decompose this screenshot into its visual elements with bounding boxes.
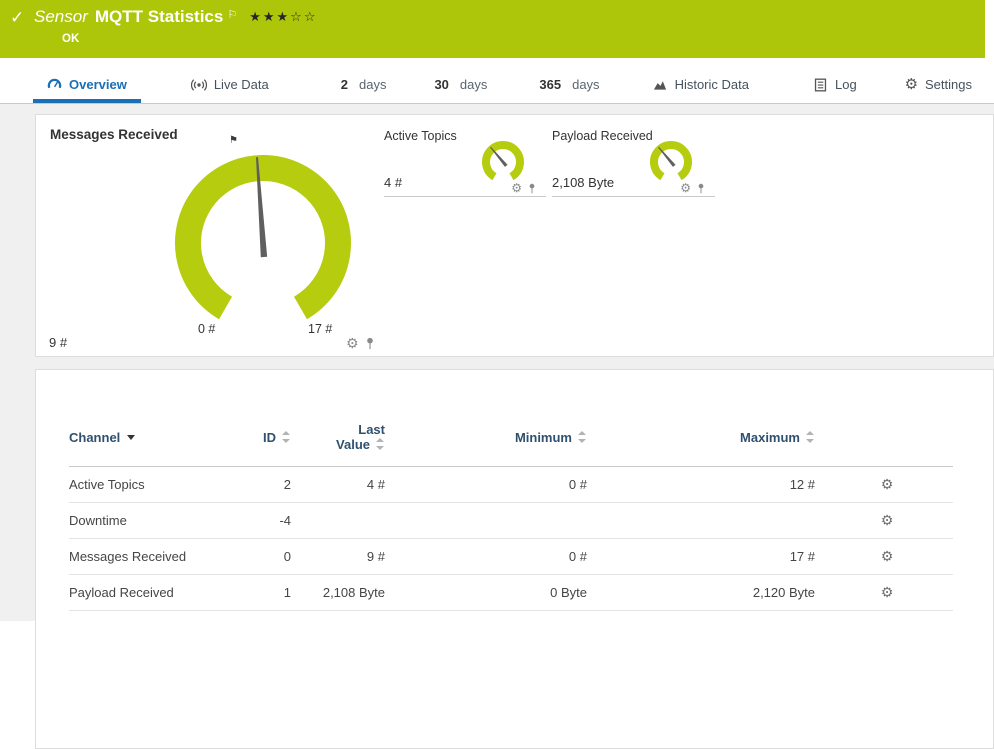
column-header-minimum[interactable]: Minimum [391,414,593,467]
tab-log-label: Log [834,77,857,92]
sort-toggle-icon [376,438,385,450]
tab-log[interactable]: Log [799,70,871,103]
tab-live-data-label: Live Data [213,77,269,92]
tab-30-days-number: 30 [434,77,449,92]
gauge-scale-min-label: 0 # [198,322,216,336]
tab-live-data[interactable]: Live Data [177,70,283,103]
sort-descending-icon [127,434,136,440]
tab-30-days[interactable]: 30 days [420,70,501,103]
channel-settings-gear-icon[interactable]: ⚙ [881,548,894,564]
mini-gauge-pin-icon[interactable] [697,183,705,194]
payload-received-current-value: 2,108 Byte [552,175,615,190]
cell-minimum: 0 # [391,538,593,575]
tab-settings-label: Settings [925,77,972,92]
gauge-pin-icon[interactable] [365,337,375,350]
priority-star-rating[interactable]: ★★★☆☆ [249,9,317,25]
column-header-maximum[interactable]: Maximum [593,414,821,467]
tab-2-days-label: days [358,77,387,92]
mini-gauge-pin-icon[interactable] [528,183,536,194]
live-data-broadcast-icon [190,78,207,91]
overview-gauge-icon [47,78,62,89]
payload-received-gauge [650,141,692,181]
cell-channel: Messages Received [69,538,229,575]
messages-received-gauge [175,155,351,320]
cell-last-value: 4 # [297,466,391,503]
active-topics-gauge [482,141,524,181]
gauge-scale-max-label: 17 # [308,322,333,336]
messages-received-gauge-title: Messages Received [50,127,178,142]
payload-received-mini-panel: Payload Received 2,108 Byte ⚙ [552,127,715,197]
channels-table: Channel ID Last Value Minimum Maximum Ac… [69,414,953,611]
channel-settings-gear-icon[interactable]: ⚙ [881,584,894,600]
gauge-settings-gear-icon[interactable]: ⚙ [346,336,359,350]
cell-id: 1 [229,574,297,611]
channel-settings-gear-icon[interactable]: ⚙ [881,476,894,492]
cell-last-value [297,502,391,539]
cell-id: 2 [229,466,297,503]
gauges-panel: Messages Received ⚑ 0 # 17 # 9 # ⚙ Activ… [35,114,994,357]
cell-id: 0 [229,538,297,575]
settings-gear-icon: ⚙ [904,76,919,93]
cell-maximum [593,502,821,539]
cell-minimum: 0 Byte [391,574,593,611]
sensor-header: ✓ Sensor MQTT Statistics ⚐ ★★★☆☆ OK [0,0,985,58]
cell-maximum: 2,120 Byte [593,574,821,611]
log-list-icon [814,78,827,91]
tab-365-days-number: 365 [539,77,562,92]
tab-2-days-number: 2 [340,77,348,92]
cell-minimum [391,502,593,539]
table-row: Messages Received 0 9 # 0 # 17 # ⚙ [69,538,953,575]
cell-id: -4 [229,502,297,539]
content-area: Messages Received ⚑ 0 # 17 # 9 # ⚙ Activ… [0,104,994,749]
table-row: Downtime -4 ⚙ [69,502,953,539]
channels-table-panel: Channel ID Last Value Minimum Maximum Ac… [35,369,994,749]
cell-minimum: 0 # [391,466,593,503]
tab-historic-data-label: Historic Data [674,77,749,92]
column-header-last-value[interactable]: Last Value [297,414,391,467]
tab-bar: Overview Live Data 2 days 30 days 365 da… [0,58,994,104]
sort-toggle-icon [806,430,815,443]
mini-gauge-settings-gear-icon[interactable]: ⚙ [511,182,522,194]
sensor-status-badge: OK [62,33,80,45]
messages-received-current-value: 9 # [49,335,68,350]
table-header-row: Channel ID Last Value Minimum Maximum [69,414,953,467]
tab-365-days-label: days [572,77,600,92]
mini-gauge-settings-gear-icon[interactable]: ⚙ [680,182,691,194]
object-kind-label: Sensor [34,7,88,26]
column-header-channel[interactable]: Channel [69,414,229,467]
active-topics-mini-panel: Active Topics 4 # ⚙ [384,127,546,197]
cell-last-value: 9 # [297,538,391,575]
cell-channel: Active Topics [69,466,229,503]
page-title: MQTT Statistics [94,7,224,26]
historic-data-chart-icon [653,81,666,90]
cell-channel: Payload Received [69,574,229,611]
column-header-actions [821,414,953,467]
tab-historic-data[interactable]: Historic Data [638,70,763,103]
status-ok-check-icon: ✓ [10,8,25,27]
table-row: Payload Received 1 2,108 Byte 0 Byte 2,1… [69,574,953,611]
tab-30-days-label: days [459,77,488,92]
sort-toggle-icon [578,430,587,443]
cell-maximum: 12 # [593,466,821,503]
tab-overview-label: Overview [69,77,127,92]
sort-toggle-icon [282,430,291,443]
tab-settings[interactable]: ⚙ Settings [891,70,986,103]
active-topics-current-value: 4 # [384,175,403,190]
tab-2-days[interactable]: 2 days [327,70,401,103]
tab-365-days[interactable]: 365 days [525,70,613,103]
cell-maximum: 17 # [593,538,821,575]
cell-channel: Downtime [69,502,229,539]
priority-flag-icon[interactable]: ⚐ [227,8,237,21]
column-header-id[interactable]: ID [229,414,297,467]
channel-settings-gear-icon[interactable]: ⚙ [881,512,894,528]
table-row: Active Topics 2 4 # 0 # 12 # ⚙ [69,466,953,503]
tab-overview[interactable]: Overview [33,70,141,103]
cell-last-value: 2,108 Byte [297,574,391,611]
